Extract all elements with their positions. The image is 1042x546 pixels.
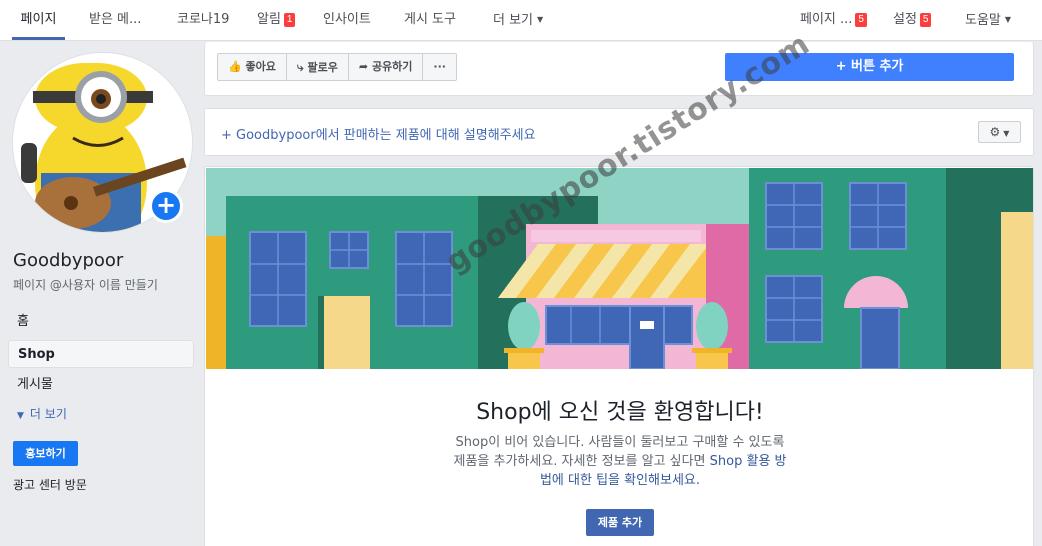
promote-button[interactable]: 홍보하기: [13, 441, 78, 466]
page-name: Goodbypoor: [13, 250, 124, 271]
tab-label: 인사이트: [323, 12, 371, 27]
tab-label: 게시 도구: [404, 12, 456, 27]
tab-page-roles[interactable]: 페이지 ... 5: [800, 0, 867, 40]
create-username-link[interactable]: 페이지 @사용자 이름 만들기: [13, 276, 158, 293]
ad-center-link[interactable]: 광고 센터 방문: [13, 476, 87, 493]
thumbs-up-icon: 👍: [228, 60, 242, 73]
like-button[interactable]: 👍 좋아요: [218, 54, 287, 80]
caret-down-icon: ▼: [1004, 15, 1012, 24]
add-photo-button[interactable]: +: [149, 189, 183, 223]
sidebar-item-label: Shop: [18, 347, 55, 362]
share-button[interactable]: ➦ 공유하기: [349, 54, 424, 80]
like-label: 좋아요: [245, 60, 276, 73]
add-product-button[interactable]: 제품 추가: [586, 509, 654, 536]
sidebar-item-home[interactable]: 홈: [8, 308, 194, 336]
notification-badge: 5: [855, 13, 867, 27]
caret-down-icon: ▼: [1003, 129, 1010, 138]
tab-help[interactable]: 도움말 ▼: [965, 0, 1011, 40]
tab-insights[interactable]: 인사이트: [323, 0, 371, 40]
describe-products-link[interactable]: + Goodbypoor에서 판매하는 제품에 대해 설명해주세요: [221, 124, 536, 143]
action-button-group: 👍 좋아요 ⤷ 팔로우 ➦ 공유하기 ···: [217, 53, 457, 81]
sidebar-item-label: 게시물: [17, 377, 53, 392]
more-options-button[interactable]: ···: [423, 54, 456, 80]
tab-page[interactable]: 페이지: [12, 0, 65, 40]
caret-down-icon: ▼: [537, 15, 544, 24]
page-action-bar: 👍 좋아요 ⤷ 팔로우 ➦ 공유하기 ··· + 버튼 추가: [204, 42, 1034, 96]
sidebar-item-posts[interactable]: 게시물: [8, 371, 194, 399]
tab-label: 설정: [893, 12, 917, 27]
tab-label: 코로나19: [177, 12, 230, 27]
shop-description: Shop이 비어 있습니다. 사람들이 둘러보고 구매할 수 있도록 제품을 추…: [453, 433, 787, 490]
tab-label: 더 보기: [493, 13, 534, 28]
tab-label: 받은 메...: [89, 12, 142, 27]
tab-more[interactable]: 더 보기 ▼: [493, 0, 543, 40]
sidebar-item-label: 홈: [17, 314, 29, 329]
shop-welcome-card: Shop에 오신 것을 환영합니다! Shop이 비어 있습니다. 사람들이 둘…: [204, 166, 1034, 546]
share-arrow-icon: ➦: [358, 60, 369, 73]
shop-welcome-title: Shop에 오신 것을 환영합니다!: [476, 400, 764, 425]
shop-illustration: [206, 168, 1033, 369]
gear-icon: ⚙: [989, 125, 1001, 139]
tab-label: 페이지 ...: [800, 12, 853, 27]
tab-publishing-tools[interactable]: 게시 도구: [404, 0, 456, 40]
more-icon: ···: [433, 60, 446, 73]
share-label: 공유하기: [371, 60, 413, 73]
settings-dropdown-button[interactable]: ⚙ ▼: [978, 121, 1021, 143]
notification-badge: 1: [283, 13, 296, 27]
notification-badge: 5: [919, 13, 932, 27]
follow-button[interactable]: ⤷ 팔로우: [287, 54, 349, 80]
sidebar-see-more[interactable]: ▼ 더 보기: [8, 400, 194, 428]
tab-label: 도움말: [965, 13, 1001, 28]
tab-label: 페이지: [20, 12, 57, 27]
caret-down-icon: ▼: [17, 411, 24, 421]
tab-settings[interactable]: 설정 5: [893, 0, 932, 40]
tab-label: 알림: [257, 12, 281, 27]
tab-covid19[interactable]: 코로나19: [177, 0, 229, 40]
see-more-label: 더 보기: [29, 407, 67, 421]
rss-icon: ⤷: [296, 60, 304, 74]
top-nav: 페이지 받은 메... 코로나19 알림 1 인사이트 게시 도구 더 보기 ▼ 페…: [0, 0, 1042, 41]
sidebar-item-shop[interactable]: Shop: [8, 340, 194, 368]
tab-inbox[interactable]: 받은 메...: [89, 0, 141, 40]
follow-label: 팔로우: [307, 61, 338, 74]
tab-notifications[interactable]: 알림 1: [257, 0, 296, 40]
